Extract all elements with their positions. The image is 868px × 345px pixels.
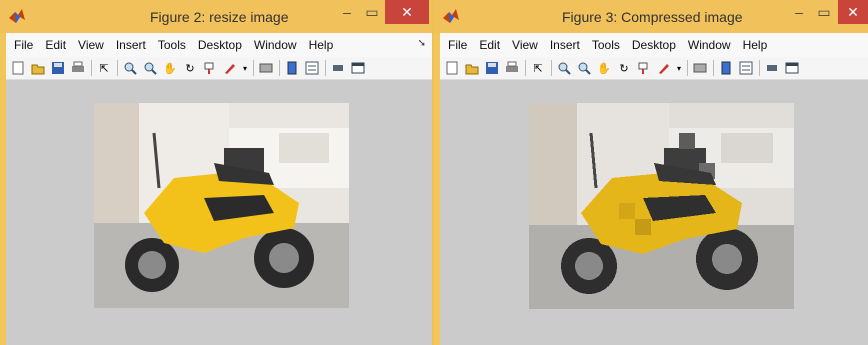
show-tools-icon[interactable] [350, 60, 366, 76]
minimize-button[interactable]: – [788, 0, 810, 24]
title-bar[interactable]: Figure 2: resize image – ▭ ✕ [0, 0, 432, 33]
maximize-button[interactable]: ▭ [360, 0, 384, 24]
menu-overflow-icon[interactable]: ➘ [418, 38, 426, 49]
menu-tools[interactable]: Tools [158, 38, 186, 52]
menu-edit[interactable]: Edit [479, 38, 500, 52]
menu-edit[interactable]: Edit [45, 38, 66, 52]
pointer-icon[interactable]: ⇱ [96, 60, 112, 76]
toolbar: ⇱ ✋ ↻ ▾ [6, 57, 432, 80]
toolbar-separator [525, 60, 526, 76]
print-icon[interactable] [504, 60, 520, 76]
compressed-motorcycle-image [529, 103, 794, 309]
legend-icon[interactable] [738, 60, 754, 76]
menu-desktop[interactable]: Desktop [632, 38, 676, 52]
data-cursor-icon[interactable] [202, 60, 218, 76]
chevron-down-icon[interactable]: ▾ [242, 60, 248, 76]
pointer-icon[interactable]: ⇱ [530, 60, 546, 76]
close-button[interactable]: ✕ [838, 0, 868, 24]
brush-icon[interactable] [656, 60, 672, 76]
toolbar-separator [713, 60, 714, 76]
menu-insert[interactable]: Insert [550, 38, 580, 52]
legend-icon[interactable] [304, 60, 320, 76]
menu-view[interactable]: View [512, 38, 538, 52]
toolbar-separator [759, 60, 760, 76]
window-title: Figure 3: Compressed image [562, 9, 743, 25]
menu-tools[interactable]: Tools [592, 38, 620, 52]
menu-file[interactable]: File [14, 38, 33, 52]
new-file-icon[interactable] [444, 60, 460, 76]
toolbar-separator [551, 60, 552, 76]
save-icon[interactable] [50, 60, 66, 76]
open-folder-icon[interactable] [464, 60, 480, 76]
matlab-icon [443, 9, 459, 23]
menu-help[interactable]: Help [309, 38, 334, 52]
zoom-in-icon[interactable] [556, 60, 572, 76]
pan-hand-icon[interactable]: ✋ [596, 60, 612, 76]
colorbar-icon[interactable] [718, 60, 734, 76]
save-icon[interactable] [484, 60, 500, 76]
show-tools-icon[interactable] [784, 60, 800, 76]
toolbar-separator [687, 60, 688, 76]
menu-bar: File Edit View Insert Tools Desktop Wind… [440, 33, 868, 57]
link-icon[interactable] [692, 60, 708, 76]
hide-tools-icon[interactable] [330, 60, 346, 76]
menu-help[interactable]: Help [743, 38, 768, 52]
minimize-button[interactable]: – [336, 0, 358, 24]
toolbar-separator [91, 60, 92, 76]
menu-file[interactable]: File [448, 38, 467, 52]
rotate-icon[interactable]: ↻ [616, 60, 632, 76]
matlab-icon [9, 9, 25, 23]
title-bar[interactable]: Figure 3: Compressed image – ▭ ✕ [434, 0, 868, 33]
toolbar-separator [253, 60, 254, 76]
zoom-in-icon[interactable] [122, 60, 138, 76]
brush-icon[interactable] [222, 60, 238, 76]
menu-view[interactable]: View [78, 38, 104, 52]
figure-canvas[interactable] [440, 80, 868, 345]
toolbar-separator [325, 60, 326, 76]
menu-insert[interactable]: Insert [116, 38, 146, 52]
figure-window-resize: Figure 2: resize image – ▭ ✕ File Edit V… [0, 0, 432, 345]
figure-canvas[interactable] [6, 80, 432, 345]
close-button[interactable]: ✕ [385, 0, 429, 24]
menu-desktop[interactable]: Desktop [198, 38, 242, 52]
chevron-down-icon[interactable]: ▾ [676, 60, 682, 76]
zoom-out-icon[interactable] [142, 60, 158, 76]
pan-hand-icon[interactable]: ✋ [162, 60, 178, 76]
motorcycle-image [94, 103, 349, 308]
print-icon[interactable] [70, 60, 86, 76]
colorbar-icon[interactable] [284, 60, 300, 76]
link-icon[interactable] [258, 60, 274, 76]
window-title: Figure 2: resize image [150, 9, 289, 25]
maximize-button[interactable]: ▭ [812, 0, 836, 24]
rotate-icon[interactable]: ↻ [182, 60, 198, 76]
figure-window-compressed: Figure 3: Compressed image – ▭ ✕ File Ed… [434, 0, 868, 345]
toolbar-separator [279, 60, 280, 76]
menu-window[interactable]: Window [254, 38, 297, 52]
new-file-icon[interactable] [10, 60, 26, 76]
hide-tools-icon[interactable] [764, 60, 780, 76]
toolbar-separator [117, 60, 118, 76]
toolbar: ⇱ ✋ ↻ ▾ [440, 57, 868, 80]
menu-bar: File Edit View Insert Tools Desktop Wind… [6, 33, 432, 57]
data-cursor-icon[interactable] [636, 60, 652, 76]
zoom-out-icon[interactable] [576, 60, 592, 76]
open-folder-icon[interactable] [30, 60, 46, 76]
menu-window[interactable]: Window [688, 38, 731, 52]
